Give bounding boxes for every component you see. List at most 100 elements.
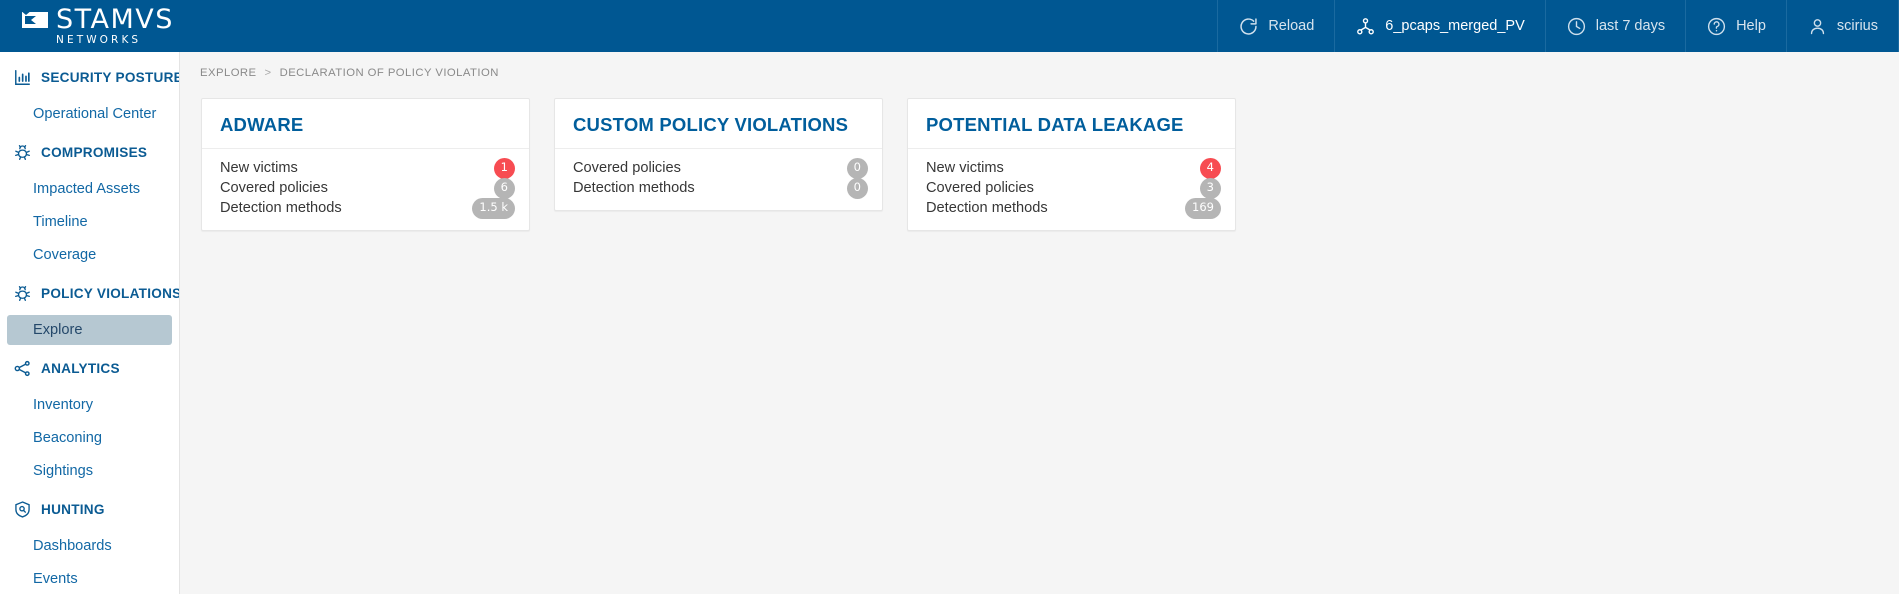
card-custom-policy-violations[interactable]: CUSTOM POLICY VIOLATIONS Covered policie… xyxy=(554,98,883,211)
sidebar-item-timeline[interactable]: Timeline xyxy=(7,207,172,237)
sidebar-item-events[interactable]: Events xyxy=(7,564,172,594)
row-badge: 6 xyxy=(493,177,515,199)
row-badge: 0 xyxy=(846,157,868,179)
row-label: New victims xyxy=(220,160,298,176)
card-title: CUSTOM POLICY VIOLATIONS xyxy=(573,114,849,135)
sidebar-group-security-posture[interactable]: SECURITY POSTURE xyxy=(0,59,179,96)
card-header: CUSTOM POLICY VIOLATIONS xyxy=(555,99,882,149)
card-body: New victims 4 Covered policies 3 Detecti… xyxy=(908,149,1235,230)
sidebar-group-policy-violations[interactable]: POLICY VIOLATIONS xyxy=(0,275,179,312)
card-title: ADWARE xyxy=(220,114,304,135)
row-badge: 1 xyxy=(493,157,515,179)
help-circle-icon xyxy=(1706,16,1727,37)
card-title: POTENTIAL DATA LEAKAGE xyxy=(926,114,1184,135)
row-badge: 3 xyxy=(1199,177,1221,199)
help-label: Help xyxy=(1736,18,1766,34)
row-badge: 4 xyxy=(1199,157,1221,179)
card-adware[interactable]: ADWARE New victims 1 Covered policies 6 … xyxy=(201,98,530,231)
main-content-area: EXPLORE > DECLARATION OF POLICY VIOLATIO… xyxy=(180,52,1899,594)
sidebar-item-label: Coverage xyxy=(33,247,97,263)
card-potential-data-leakage[interactable]: POTENTIAL DATA LEAKAGE New victims 4 Cov… xyxy=(907,98,1236,231)
shield-search-icon xyxy=(12,500,32,520)
card-row[interactable]: New victims 1 xyxy=(220,157,515,179)
breadcrumb: EXPLORE > DECLARATION OF POLICY VIOLATIO… xyxy=(180,52,1899,79)
sidebar-group-label: HUNTING xyxy=(41,502,105,517)
user-icon xyxy=(1807,16,1828,37)
row-badge: 1.5 k xyxy=(472,197,515,219)
sidebar-group-label: COMPROMISES xyxy=(41,145,148,160)
card-row[interactable]: Detection methods 1.5 k xyxy=(220,197,515,219)
sidebar-item-coverage[interactable]: Coverage xyxy=(7,240,172,270)
card-body: Covered policies 0 Detection methods 0 xyxy=(555,149,882,210)
card-header: POTENTIAL DATA LEAKAGE xyxy=(908,99,1235,149)
sidebar-item-label: Explore xyxy=(33,322,83,338)
sidebar-item-inventory[interactable]: Inventory xyxy=(7,390,172,420)
tenant-label: 6_pcaps_merged_PV xyxy=(1385,18,1525,34)
sidebar-item-label: Inventory xyxy=(33,397,94,413)
time-range-selector[interactable]: last 7 days xyxy=(1544,0,1685,52)
brand-name: STAMVS xyxy=(56,4,174,36)
card-body: New victims 1 Covered policies 6 Detecti… xyxy=(202,149,529,230)
sidebar-item-label: Dashboards xyxy=(33,538,112,554)
sidebar-item-operational-center[interactable]: Operational Center xyxy=(7,99,172,129)
row-label: Detection methods xyxy=(573,180,695,196)
brand-logo-area[interactable]: STAMVS NETWORKS xyxy=(0,0,218,52)
card-row[interactable]: Covered policies 6 xyxy=(220,177,515,199)
sidebar-item-sightings[interactable]: Sightings xyxy=(7,456,172,486)
row-label: Covered policies xyxy=(926,180,1034,196)
card-header: ADWARE xyxy=(202,99,529,149)
reload-label: Reload xyxy=(1268,18,1315,34)
sidebar-group-label: POLICY VIOLATIONS xyxy=(41,286,180,301)
sidebar-item-label: Sightings xyxy=(33,463,94,479)
breadcrumb-current: DECLARATION OF POLICY VIOLATION xyxy=(279,67,499,79)
stamus-logo: STAMVS NETWORKS xyxy=(20,6,174,46)
card-row[interactable]: Detection methods 169 xyxy=(926,197,1221,219)
card-row[interactable]: Detection methods 0 xyxy=(573,177,868,199)
sidebar-group-hunting[interactable]: HUNTING xyxy=(0,491,179,528)
user-label: scirius xyxy=(1836,18,1878,34)
row-badge: 169 xyxy=(1185,197,1221,219)
help-button[interactable]: Help xyxy=(1685,0,1786,52)
card-row[interactable]: New victims 4 xyxy=(926,157,1221,179)
top-navigation-bar: STAMVS NETWORKS Reload 6_pcaps_merged_PV… xyxy=(0,0,1899,52)
bug-icon xyxy=(12,143,32,163)
bar-chart-icon xyxy=(12,68,32,88)
tenant-selector[interactable]: 6_pcaps_merged_PV xyxy=(1334,0,1544,52)
sidebar-item-explore[interactable]: Explore xyxy=(7,315,172,345)
sidebar-item-impacted-assets[interactable]: Impacted Assets xyxy=(7,174,172,204)
sidebar-item-label: Timeline xyxy=(33,214,88,230)
row-badge: 0 xyxy=(846,177,868,199)
topbar-actions: Reload 6_pcaps_merged_PV last 7 days Hel… xyxy=(1217,0,1899,52)
user-menu[interactable]: scirius xyxy=(1785,0,1899,52)
row-label: New victims xyxy=(926,160,1004,176)
brand-subtitle: NETWORKS xyxy=(56,34,142,47)
bug-icon xyxy=(12,284,32,304)
stamus-arrow-logo-icon xyxy=(20,9,50,36)
policy-violation-cards: ADWARE New victims 1 Covered policies 6 … xyxy=(180,79,1899,231)
sidebar-item-label: Impacted Assets xyxy=(33,181,141,197)
sidebar-group-label: ANALYTICS xyxy=(41,361,120,376)
sidebar-group-label: SECURITY POSTURE xyxy=(41,70,180,85)
clock-icon xyxy=(1566,16,1587,37)
row-label: Detection methods xyxy=(220,200,342,216)
row-label: Covered policies xyxy=(220,180,328,196)
reload-button[interactable]: Reload xyxy=(1217,0,1334,52)
breadcrumb-parent[interactable]: EXPLORE xyxy=(200,67,257,79)
sidebar-item-dashboards[interactable]: Dashboards xyxy=(7,531,172,561)
time-range-label: last 7 days xyxy=(1595,18,1666,34)
sidebar-group-compromises[interactable]: COMPROMISES xyxy=(0,134,179,171)
card-row[interactable]: Covered policies 3 xyxy=(926,177,1221,199)
network-nodes-icon xyxy=(1355,16,1376,37)
share-nodes-icon xyxy=(12,359,32,379)
card-row[interactable]: Covered policies 0 xyxy=(573,157,868,179)
sidebar-item-label: Beaconing xyxy=(33,430,102,446)
reload-icon xyxy=(1238,16,1259,37)
row-label: Detection methods xyxy=(926,200,1048,216)
breadcrumb-separator: > xyxy=(264,67,272,79)
sidebar-item-beaconing[interactable]: Beaconing xyxy=(7,423,172,453)
sidebar-item-label: Events xyxy=(33,571,78,587)
sidebar-navigation: SECURITY POSTURE Operational Center COMP… xyxy=(0,52,180,594)
sidebar-group-analytics[interactable]: ANALYTICS xyxy=(0,350,179,387)
row-label: Covered policies xyxy=(573,160,681,176)
